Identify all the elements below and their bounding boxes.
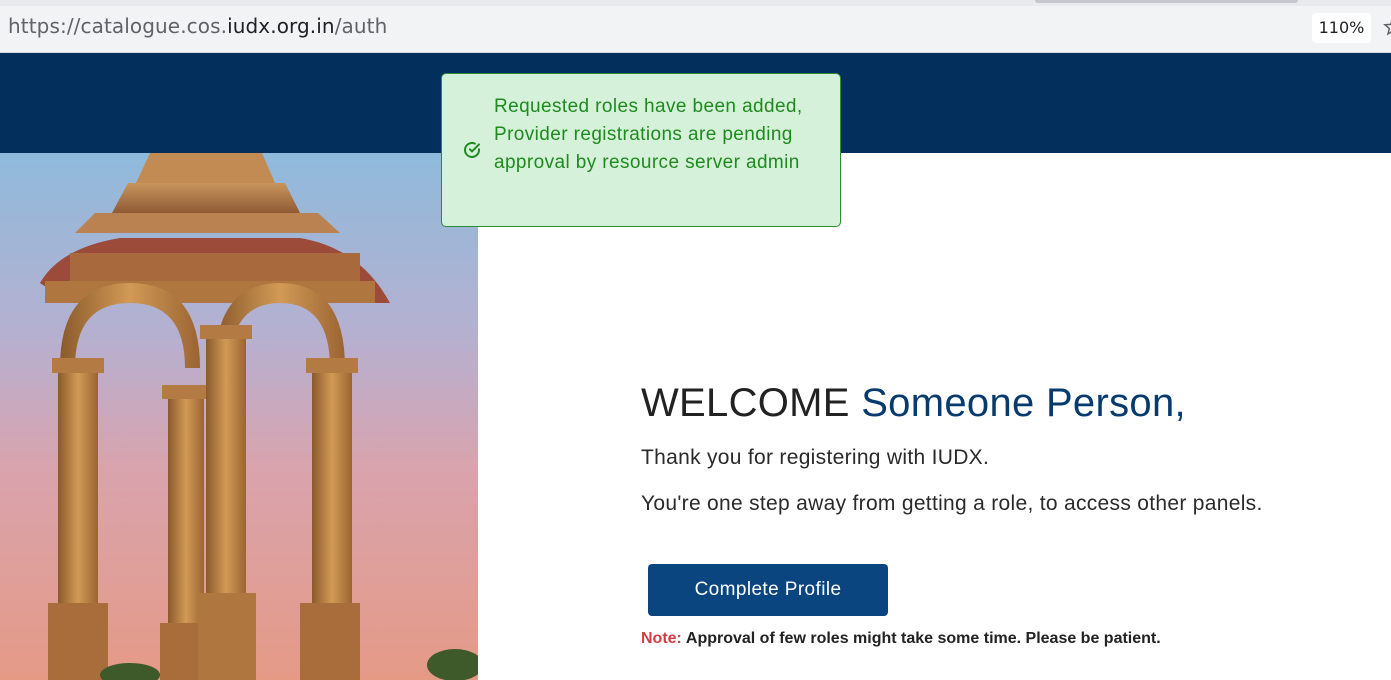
zoom-level-button[interactable]: 110%: [1312, 13, 1371, 43]
url-field[interactable]: https://catalogue.cos.iudx.org.in/auth: [8, 14, 387, 38]
welcome-greeting: WELCOME: [641, 381, 850, 425]
thank-you-text: Thank you for registering with IUDX.: [641, 446, 990, 469]
browser-address-bar: https://catalogue.cos.iudx.org.in/auth 1…: [0, 0, 1391, 53]
browser-tab[interactable]: [1035, 0, 1298, 3]
note-text: Approval of few roles might take some ti…: [685, 630, 1161, 647]
url-path: /auth: [334, 14, 388, 38]
note-label: Note:: [641, 630, 682, 647]
url-prefix: https://catalogue.cos.: [8, 14, 228, 38]
approval-note: Note: Approval of few roles might take so…: [641, 630, 1161, 648]
next-step-text: You're one step away from getting a role…: [641, 492, 1263, 515]
success-toast: Requested roles have been added, Provide…: [441, 73, 841, 227]
hero-image: [0, 153, 478, 680]
bookmark-star-icon[interactable]: [1383, 17, 1391, 37]
toast-message: Requested roles have been added, Provide…: [494, 96, 803, 173]
url-host: iudx.org.in: [227, 14, 335, 38]
user-name: Someone Person,: [861, 381, 1186, 425]
complete-profile-button[interactable]: Complete Profile: [648, 564, 888, 616]
welcome-heading: WELCOME Someone Person,: [641, 381, 1186, 426]
check-circle-icon: [462, 140, 482, 160]
browser-tab-strip: [0, 0, 1391, 6]
